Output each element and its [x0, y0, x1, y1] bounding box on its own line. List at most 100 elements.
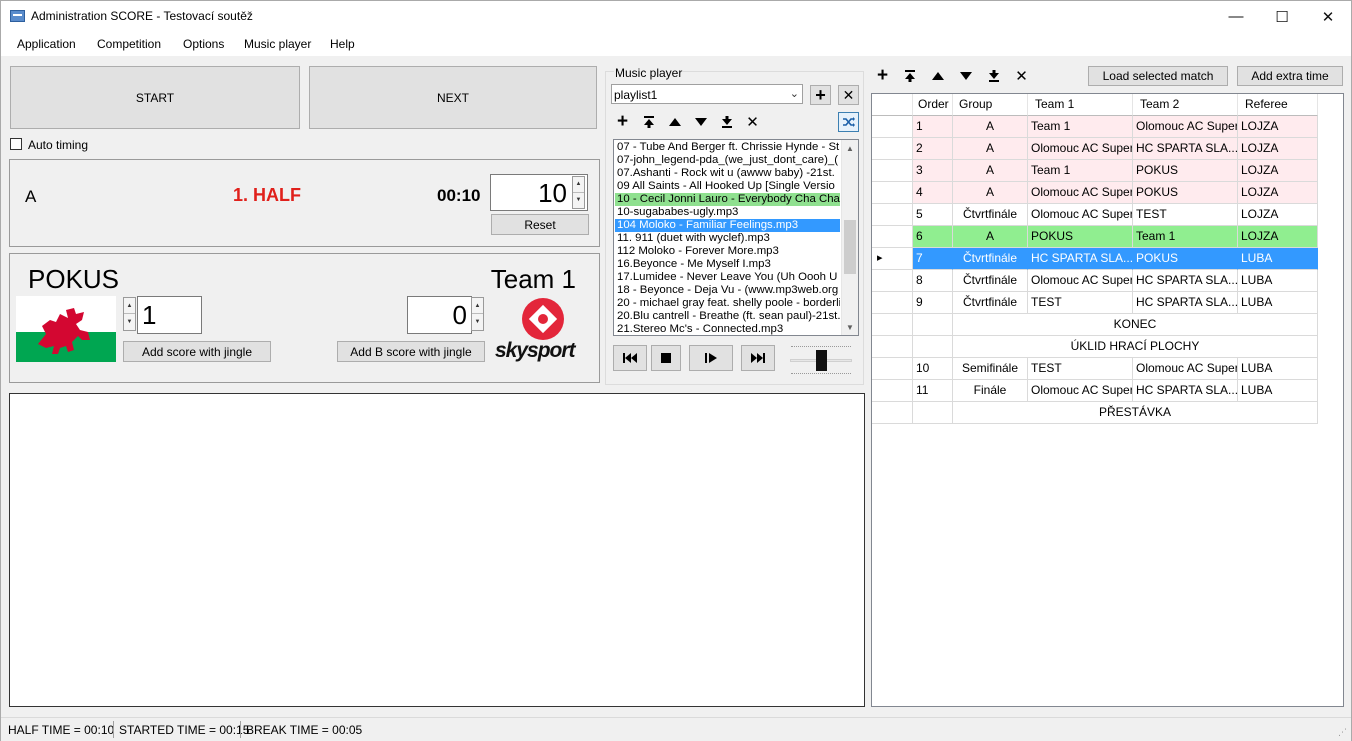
cell-team2[interactable]: Team 1	[1133, 226, 1238, 248]
cell-order[interactable]: 2	[913, 138, 953, 160]
row-header[interactable]	[872, 314, 913, 336]
row-header[interactable]	[872, 160, 913, 182]
table-row[interactable]: 8 Čtvrtfinále Olomouc AC Super HC SPARTA SL…	[872, 270, 1318, 292]
row-header[interactable]	[872, 204, 913, 226]
score-a-spinner[interactable]: ▲ ▼	[123, 297, 136, 331]
cell-group[interactable]: A	[953, 138, 1028, 160]
minutes-spinner[interactable]: ▲ ▼	[572, 176, 585, 209]
volume-thumb[interactable]	[816, 350, 827, 371]
add-score-a-button[interactable]: Add score with jingle	[123, 341, 271, 362]
cell-group[interactable]: A	[953, 226, 1028, 248]
remove-track-button[interactable]: ✕	[742, 112, 763, 132]
table-row[interactable]: ▸ 7 Čtvrtfinále HC SPARTA SLA... POKUS LUBA	[872, 248, 1318, 270]
spin-up-icon[interactable]: ▲	[124, 298, 135, 314]
spin-down-icon[interactable]: ▼	[573, 193, 584, 209]
move-top-button[interactable]	[638, 112, 659, 132]
cell-team2[interactable]: Olomouc AC Super	[1133, 116, 1238, 138]
cell-referee[interactable]: LOJZA	[1238, 226, 1318, 248]
row-header[interactable]	[872, 138, 913, 160]
track-item[interactable]: 16.Beyonce - Me Myself I.mp3	[615, 258, 840, 271]
remove-playlist-button[interactable]: ✕	[838, 85, 859, 105]
cell-team1[interactable]: TEST	[1028, 358, 1133, 380]
cell-team2[interactable]: POKUS	[1133, 160, 1238, 182]
cell-referee[interactable]: LOJZA	[1238, 138, 1318, 160]
add-playlist-button[interactable]: +	[810, 85, 831, 105]
header-referee[interactable]: Referee	[1238, 94, 1318, 116]
match-move-bottom-button[interactable]	[983, 66, 1004, 86]
cell-group[interactable]: A	[953, 160, 1028, 182]
match-move-top-button[interactable]	[899, 66, 920, 86]
row-header[interactable]	[872, 270, 913, 292]
close-button[interactable]: ✕	[1305, 1, 1351, 32]
cell-order[interactable]: 1	[913, 116, 953, 138]
cell-group[interactable]: Čtvrtfinále	[953, 248, 1028, 270]
spin-down-icon[interactable]: ▼	[124, 314, 135, 330]
cell-team1[interactable]: Olomouc AC Super	[1028, 270, 1133, 292]
cell-order[interactable]: 3	[913, 160, 953, 182]
track-item[interactable]: 10-sugababes-ugly.mp3	[615, 206, 840, 219]
resize-grip-icon[interactable]: ⋰	[1338, 727, 1347, 738]
scrollbar-thumb[interactable]	[844, 220, 856, 274]
track-item[interactable]: 20.Blu cantrell - Breathe (ft. sean paul…	[615, 310, 840, 323]
menu-music-player[interactable]: Music player	[244, 37, 311, 51]
row-header[interactable]	[872, 292, 913, 314]
menu-competition[interactable]: Competition	[97, 37, 161, 51]
score-a-input[interactable]: 1	[137, 296, 202, 334]
shuffle-button[interactable]	[838, 112, 859, 132]
table-row[interactable]: 2 A Olomouc AC Super HC SPARTA SLA... LOJZA	[872, 138, 1318, 160]
cell-referee[interactable]: LUBA	[1238, 380, 1318, 402]
cell-team2[interactable]: HC SPARTA SLA...	[1133, 380, 1238, 402]
track-item[interactable]: 112 Moloko - Forever More.mp3	[615, 245, 840, 258]
move-down-button[interactable]	[690, 112, 711, 132]
cell-group[interactable]: Semifinále	[953, 358, 1028, 380]
cell-order[interactable]: 11	[913, 380, 953, 402]
add-score-b-button[interactable]: Add B score with jingle	[337, 341, 485, 362]
menu-help[interactable]: Help	[330, 37, 355, 51]
row-header[interactable]	[872, 226, 913, 248]
play-pause-button[interactable]	[689, 345, 733, 371]
load-selected-match-button[interactable]: Load selected match	[1088, 66, 1228, 86]
cell-team1[interactable]: Olomouc AC Super	[1028, 204, 1133, 226]
cell-order[interactable]: 5	[913, 204, 953, 226]
cell-team2[interactable]: Olomouc AC Super	[1133, 358, 1238, 380]
playlist-select[interactable]: playlist1 ⌄	[611, 84, 803, 104]
table-row[interactable]: PŘESTÁVKA	[872, 402, 1318, 424]
auto-timing-checkbox[interactable]	[10, 138, 22, 150]
scroll-down-icon[interactable]: ▼	[842, 319, 858, 335]
cell-order[interactable]: 6	[913, 226, 953, 248]
minimize-button[interactable]: —	[1213, 1, 1259, 32]
table-row[interactable]: 6 A POKUS Team 1 LOJZA	[872, 226, 1318, 248]
track-item[interactable]: 10 - Cecil Jonni Lauro - Everybody Cha C…	[615, 193, 840, 206]
add-track-button[interactable]: +	[612, 111, 633, 132]
cell-order[interactable]: 4	[913, 182, 953, 204]
header-team2[interactable]: Team 2	[1133, 94, 1238, 116]
cell-referee[interactable]: LUBA	[1238, 248, 1318, 270]
cell-team1[interactable]: TEST	[1028, 292, 1133, 314]
cell-team1[interactable]: Olomouc AC Super	[1028, 138, 1133, 160]
cell-order[interactable]: 8	[913, 270, 953, 292]
menu-application[interactable]: Application	[17, 37, 76, 51]
row-header[interactable]	[872, 402, 913, 424]
track-item[interactable]: 07.Ashanti - Rock wit u (awww baby) -21s…	[615, 167, 840, 180]
cell-group[interactable]: A	[953, 116, 1028, 138]
table-row[interactable]: 1 A Team 1 Olomouc AC Super LOJZA	[872, 116, 1318, 138]
cell-referee[interactable]: LUBA	[1238, 270, 1318, 292]
cell-group[interactable]: A	[953, 182, 1028, 204]
cell-team1[interactable]: Team 1	[1028, 160, 1133, 182]
cell-referee[interactable]: LOJZA	[1238, 204, 1318, 226]
table-row[interactable]: 3 A Team 1 POKUS LOJZA	[872, 160, 1318, 182]
row-header[interactable]	[872, 116, 913, 138]
next-button[interactable]: NEXT	[309, 66, 597, 129]
row-header[interactable]	[872, 358, 913, 380]
cell-team1[interactable]: HC SPARTA SLA...	[1028, 248, 1133, 270]
cell-order[interactable]: 9	[913, 292, 953, 314]
header-group[interactable]: Group	[953, 94, 1028, 116]
track-item[interactable]: 104 Moloko - Familiar Feelings.mp3	[615, 219, 840, 232]
cell-order[interactable]: 7	[913, 248, 953, 270]
track-list[interactable]: 07 - Tube And Berger ft. Chrissie Hynde …	[613, 139, 859, 336]
match-move-up-button[interactable]	[927, 66, 948, 86]
header-team1[interactable]: Team 1	[1028, 94, 1133, 116]
add-extra-time-button[interactable]: Add extra time	[1237, 66, 1343, 86]
cell-team2[interactable]: POKUS	[1133, 248, 1238, 270]
menu-options[interactable]: Options	[183, 37, 224, 51]
